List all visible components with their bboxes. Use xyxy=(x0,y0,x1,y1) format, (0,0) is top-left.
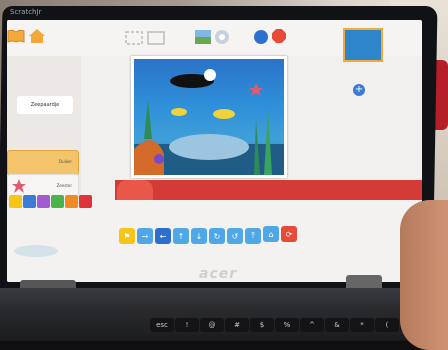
laptop-screen: + Zeepaardje Duiker Zeester Walvis + xyxy=(7,20,422,282)
whale-sprite xyxy=(169,134,249,160)
keyboard-key[interactable]: & xyxy=(325,318,349,332)
keyboard-key[interactable]: esc xyxy=(150,318,174,332)
move-up-block[interactable]: ↑ xyxy=(173,228,189,244)
presentation-icon[interactable] xyxy=(147,30,165,46)
category-motion[interactable] xyxy=(23,195,36,208)
keyboard-key[interactable]: ^ xyxy=(300,318,324,332)
laptop-brand-logo: acer xyxy=(199,266,238,282)
category-looks[interactable] xyxy=(37,195,50,208)
script-area-header xyxy=(115,180,422,200)
hop-block[interactable]: ⤒ xyxy=(245,228,261,244)
sprite-tab-label[interactable]: Zeepaardje xyxy=(17,96,73,114)
hand xyxy=(400,200,448,350)
keyboard-key[interactable]: ( xyxy=(375,318,399,332)
keyboard-key[interactable]: ! xyxy=(175,318,199,332)
home-icon[interactable] xyxy=(27,28,47,44)
sprite-card-label: Zeester xyxy=(56,183,72,188)
move-down-block[interactable]: ↓ xyxy=(191,228,207,244)
star-icon xyxy=(12,179,26,193)
turn-left-block[interactable]: ↺ xyxy=(227,228,243,244)
underwater-scene xyxy=(134,69,284,175)
background-picker-icon[interactable] xyxy=(195,30,211,44)
fish-sprite xyxy=(213,109,235,119)
move-left-block[interactable]: ← xyxy=(155,228,171,244)
fullscreen-icon[interactable] xyxy=(125,30,143,46)
sprite-card-label: Duiker xyxy=(58,159,72,164)
repeat-block[interactable]: ⟳ xyxy=(281,226,297,242)
category-sound[interactable] xyxy=(51,195,64,208)
text-icon[interactable] xyxy=(214,29,230,45)
category-control[interactable] xyxy=(65,195,78,208)
category-end[interactable] xyxy=(79,195,92,208)
script-area-tab[interactable] xyxy=(117,180,153,200)
block-category-row xyxy=(7,195,117,211)
category-triggers[interactable] xyxy=(9,195,22,208)
move-right-block[interactable]: → xyxy=(137,228,153,244)
green-flag-run-button[interactable] xyxy=(254,30,268,44)
green-flag-block[interactable]: ⚑ xyxy=(119,228,135,244)
stage[interactable] xyxy=(131,56,287,178)
book-icon[interactable] xyxy=(7,28,25,44)
keyboard-key[interactable]: # xyxy=(225,318,249,332)
keyboard-key[interactable]: % xyxy=(275,318,299,332)
bezel-label: ScratchJr xyxy=(10,8,42,16)
turn-right-block[interactable]: ↻ xyxy=(209,228,225,244)
palette-sprite-ghost xyxy=(12,242,60,260)
keyboard-key[interactable]: * xyxy=(350,318,374,332)
page-thumbnail[interactable] xyxy=(343,28,383,62)
add-page-button[interactable]: + xyxy=(353,84,365,96)
stop-button[interactable] xyxy=(272,29,286,43)
sprite-card-diver[interactable]: Duiker xyxy=(7,150,79,176)
go-home-block[interactable]: ⌂ xyxy=(263,226,279,242)
keyboard-key[interactable]: @ xyxy=(200,318,224,332)
keyboard-key[interactable]: $ xyxy=(250,318,274,332)
keyboard-deck xyxy=(0,288,448,341)
